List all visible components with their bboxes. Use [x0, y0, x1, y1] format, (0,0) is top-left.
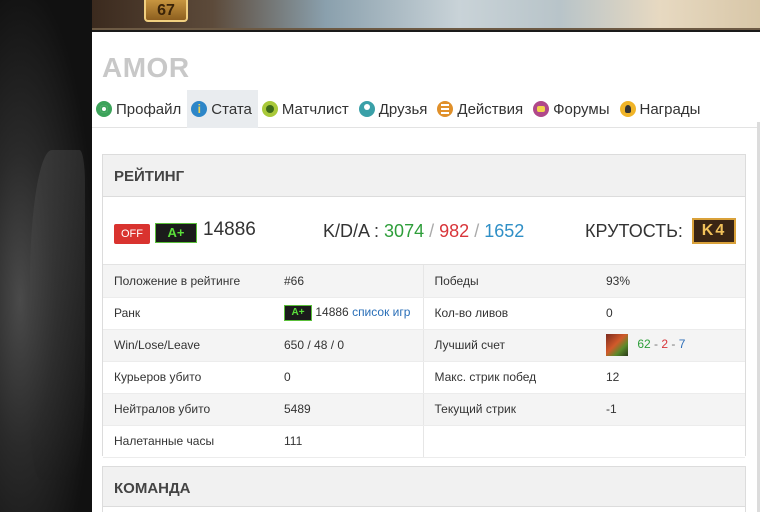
tab-profile[interactable]: Профайл: [92, 90, 187, 128]
tab-label: Профайл: [116, 100, 182, 118]
player-name: AMOR: [102, 52, 190, 83]
table-row: Ранк A+ 14886 список игр Кол-во ливов 0: [103, 297, 745, 330]
best-assists: 7: [678, 337, 686, 352]
stat-label: Налетанные часы: [103, 425, 273, 458]
kda-separator: /: [429, 221, 435, 241]
tab-label: Друзья: [378, 100, 428, 118]
actions-icon: [437, 101, 454, 117]
stat-label: Макс. стрик побед: [422, 361, 595, 394]
stat-label: Курьеров убито: [103, 361, 273, 394]
stat-label: Win/Lose/Leave: [103, 329, 273, 362]
stat-value: 0: [595, 297, 745, 330]
hero-banner: 67: [92, 0, 760, 30]
profile-panel: AMOR Профайл Стата Матчлист Друзья Дейст…: [92, 32, 760, 512]
best-score: 62 - 2 - 7: [595, 329, 745, 362]
level-badge: 67: [144, 0, 188, 22]
kda-label: K/D/A :: [323, 221, 380, 241]
stat-label: Победы: [422, 265, 595, 298]
stat-value: -1: [595, 393, 745, 426]
stat-value: 0: [273, 361, 423, 394]
matchlist-icon: [261, 101, 278, 117]
off-toggle-button[interactable]: OFF: [114, 224, 150, 244]
stat-label: Кол-во ливов: [422, 297, 595, 330]
stat-label: Положение в рейтинге: [103, 265, 273, 298]
rating-summary: OFF A+ 14886 K/D/A : 3074 / 982 / 1652 К…: [103, 197, 745, 265]
tab-friends[interactable]: Друзья: [355, 90, 434, 128]
best-kills: 62: [637, 337, 651, 352]
table-row: Налетанные часы 111: [103, 425, 745, 458]
tab-actions[interactable]: Действия: [433, 90, 529, 128]
hero-portrait[interactable]: [606, 334, 628, 356]
friends-icon: [358, 101, 375, 117]
table-row: Win/Lose/Leave 650 / 48 / 0 Лучший счет …: [103, 329, 745, 362]
tab-awards[interactable]: Награды: [616, 90, 707, 128]
best-separator: -: [671, 337, 676, 352]
stat-value: 5489: [273, 393, 423, 426]
team-header: КОМАНДА: [103, 467, 745, 507]
game-list-link[interactable]: список игр: [352, 305, 410, 319]
stat-value: 93%: [595, 265, 745, 298]
kda-assists: 1652: [484, 221, 525, 241]
rating-section: РЕЙТИНГ OFF A+ 14886 K/D/A : 3074 / 982 …: [102, 154, 746, 458]
stats-icon: [191, 101, 208, 117]
tab-label: Матчлист: [281, 100, 349, 118]
coolness-badge: K4: [692, 218, 736, 244]
stat-label: Ранк: [103, 297, 273, 330]
awards-icon: [619, 101, 636, 117]
team-section: КОМАНДА: [102, 466, 746, 512]
best-separator: -: [654, 337, 659, 352]
background-artwork: [0, 0, 92, 512]
tab-label: Форумы: [553, 100, 610, 118]
rank-value: 14886: [315, 305, 349, 320]
stat-value: 111: [273, 425, 423, 458]
stat-value: 650 / 48 / 0: [273, 329, 423, 362]
rating-header: РЕЙТИНГ: [103, 155, 745, 197]
rating-value: 14886: [203, 219, 256, 240]
tab-stats[interactable]: Стата: [187, 90, 258, 128]
kda-kills: 3074: [384, 221, 425, 241]
stat-label: Нейтралов убито: [103, 393, 273, 426]
tab-label: Стата: [211, 100, 252, 118]
stat-value: #66: [273, 265, 423, 298]
kda-summary: K/D/A : 3074 / 982 / 1652: [323, 221, 524, 242]
best-deaths: 2: [661, 337, 669, 352]
tab-label: Награды: [639, 100, 701, 118]
forums-icon: [533, 101, 550, 117]
stat-label: Текущий стрик: [422, 393, 595, 426]
stat-value: [595, 425, 745, 458]
profile-tabs: Профайл Стата Матчлист Друзья Действия Ф…: [92, 90, 760, 128]
rank-badge: A+: [155, 223, 197, 243]
table-row: Нейтралов убито 5489 Текущий стрик -1: [103, 393, 745, 426]
stats-table: Положение в рейтинге #66 Победы 93% Ранк…: [103, 265, 745, 458]
stat-label: [422, 425, 595, 458]
table-row: Курьеров убито 0 Макс. стрик побед 12: [103, 361, 745, 394]
tab-forums[interactable]: Форумы: [529, 90, 615, 128]
coolness-label: КРУТОСТЬ:: [585, 221, 683, 241]
stat-label: Лучший счет: [422, 329, 595, 362]
rank-badge-small: A+: [284, 305, 312, 321]
profile-icon: [96, 101, 112, 117]
kda-deaths: 982: [439, 221, 470, 241]
stat-value-rank: A+ 14886 список игр: [273, 297, 423, 330]
kda-separator: /: [474, 221, 480, 241]
table-row: Положение в рейтинге #66 Победы 93%: [103, 265, 745, 298]
tab-matchlist[interactable]: Матчлист: [258, 90, 355, 128]
tab-label: Действия: [457, 100, 524, 118]
stat-value: 12: [595, 361, 745, 394]
